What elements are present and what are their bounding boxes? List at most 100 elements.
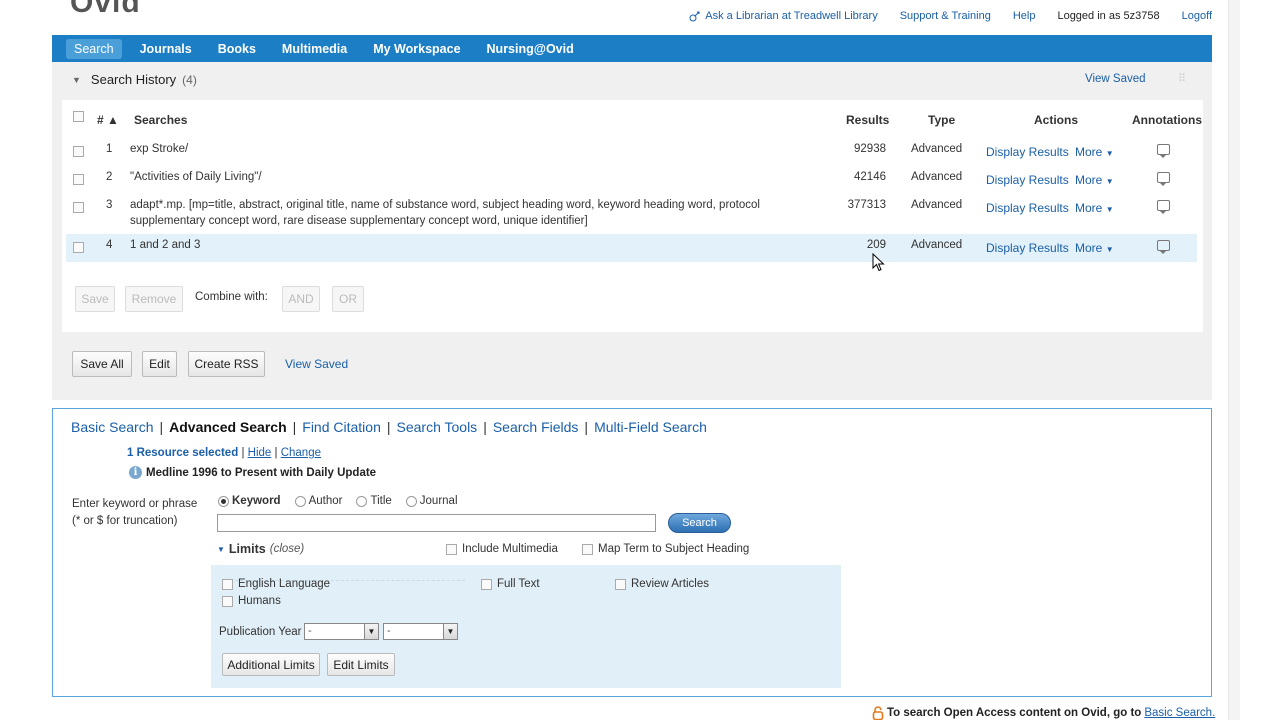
nav-nursing-ovid[interactable]: Nursing@Ovid (479, 39, 582, 59)
dropdown-arrow-icon[interactable]: ▼ (443, 624, 457, 639)
nav-journals[interactable]: Journals (132, 39, 200, 59)
humans-checkbox[interactable] (222, 595, 233, 607)
review-articles-option[interactable]: Review Articles (615, 578, 709, 590)
more-label[interactable]: More (1075, 201, 1102, 215)
select-all-checkbox[interactable] (73, 111, 84, 122)
radio-title[interactable]: Title (356, 495, 392, 507)
display-results-link[interactable]: Display Results (986, 201, 1069, 215)
radio-author[interactable]: Author (294, 495, 342, 507)
tab-multi-field-search[interactable]: Multi-Field Search (594, 419, 707, 435)
more-label[interactable]: More (1075, 241, 1102, 255)
open-access-lock-icon (872, 706, 884, 720)
create-rss-button[interactable]: Create RSS (188, 351, 265, 377)
tab-separator: | (292, 419, 297, 435)
view-saved-link[interactable]: View Saved (285, 357, 348, 371)
ask-librarian-label[interactable]: Ask a Librarian at Treadwell Library (705, 10, 877, 22)
tab-find-citation[interactable]: Find Citation (302, 419, 381, 435)
support-training-link[interactable]: Support & Training (900, 10, 991, 22)
radio-keyword[interactable]: Keyword (218, 495, 281, 507)
annotation-icon[interactable] (1157, 144, 1170, 158)
remove-button[interactable]: Remove (125, 286, 183, 312)
tab-advanced-search[interactable]: Advanced Search (169, 419, 287, 435)
humans-option[interactable]: Humans (222, 595, 281, 607)
row-checkbox[interactable] (73, 242, 84, 253)
basic-search-link[interactable]: Basic Search. (1144, 707, 1215, 719)
display-results-link[interactable]: Display Results (986, 173, 1069, 187)
or-button[interactable]: OR (332, 286, 364, 312)
map-term-checkbox[interactable] (582, 543, 593, 555)
col-annotations-header: Annotations (1132, 113, 1202, 127)
ask-librarian-link[interactable]: Ask a Librarian at Treadwell Library (689, 10, 878, 22)
combine-with-label: Combine with: (195, 291, 268, 303)
scrollbar[interactable] (1228, 0, 1240, 720)
map-term-option[interactable]: Map Term to Subject Heading (582, 543, 749, 555)
review-articles-checkbox[interactable] (615, 578, 626, 590)
radio-button-selected[interactable] (218, 495, 229, 507)
search-button[interactable]: Search (668, 513, 731, 533)
more-dropdown[interactable]: More ▼ (1075, 201, 1114, 215)
drag-handle-icon[interactable]: ⠿ (1178, 72, 1186, 85)
mouse-cursor-icon (872, 253, 885, 272)
edit-limits-button[interactable]: Edit Limits (327, 653, 395, 676)
more-dropdown[interactable]: More ▼ (1075, 173, 1114, 187)
help-link[interactable]: Help (1013, 10, 1036, 22)
row-checkbox[interactable] (73, 202, 84, 213)
year-to-select[interactable]: - ▼ (383, 623, 458, 640)
tab-search-tools[interactable]: Search Tools (397, 419, 478, 435)
more-label[interactable]: More (1075, 145, 1102, 159)
keyword-search-input[interactable] (217, 514, 656, 532)
full-text-checkbox[interactable] (481, 578, 492, 590)
collapse-triangle-icon[interactable]: ▼ (72, 75, 81, 85)
edit-button[interactable]: Edit (142, 351, 177, 377)
search-history-header[interactable]: ▼ Search History (4) (72, 72, 197, 87)
separator: | (241, 447, 245, 459)
full-text-option[interactable]: Full Text (481, 578, 540, 590)
expand-triangle-icon[interactable]: ▼ (217, 545, 225, 554)
year-from-value: - (308, 625, 312, 637)
nav-books[interactable]: Books (210, 39, 264, 59)
dropdown-arrow-icon[interactable]: ▼ (364, 624, 378, 639)
view-saved-link-top[interactable]: View Saved (1085, 73, 1146, 85)
map-term-label: Map Term to Subject Heading (598, 543, 750, 555)
nav-my-workspace[interactable]: My Workspace (365, 39, 468, 59)
year-from-select[interactable]: - ▼ (304, 623, 379, 640)
radio-button[interactable] (356, 495, 368, 507)
display-results-link[interactable]: Display Results (986, 145, 1069, 159)
include-multimedia-option[interactable]: Include Multimedia (446, 543, 558, 555)
save-all-button[interactable]: Save All (72, 351, 132, 377)
tab-basic-search[interactable]: Basic Search (71, 419, 153, 435)
annotation-icon[interactable] (1157, 240, 1170, 254)
col-num-header[interactable]: # ▲ (97, 113, 119, 127)
row-checkbox[interactable] (73, 174, 84, 185)
radio-button[interactable] (294, 495, 306, 507)
chevron-down-icon: ▼ (1105, 205, 1114, 214)
hide-link[interactable]: Hide (248, 447, 272, 459)
info-icon[interactable]: i (129, 466, 142, 479)
radio-button[interactable] (405, 495, 417, 507)
annotation-icon[interactable] (1157, 200, 1170, 214)
limits-close-link[interactable]: (close) (270, 543, 305, 555)
and-button[interactable]: AND (282, 286, 320, 312)
annotation-icon[interactable] (1157, 172, 1170, 186)
change-link[interactable]: Change (281, 447, 321, 459)
tab-search-fields[interactable]: Search Fields (493, 419, 579, 435)
open-access-note: To search Open Access content on Ovid, g… (872, 706, 1215, 720)
row-checkbox[interactable] (73, 146, 84, 157)
limits-header[interactable]: ▼ Limits (close) (217, 542, 304, 556)
english-language-checkbox[interactable] (222, 578, 233, 590)
display-results-link[interactable]: Display Results (986, 241, 1069, 255)
more-label[interactable]: More (1075, 173, 1102, 187)
save-button[interactable]: Save (75, 286, 115, 312)
radio-journal[interactable]: Journal (405, 495, 458, 507)
english-language-option[interactable]: English Language (222, 578, 330, 590)
nav-search[interactable]: Search (66, 38, 122, 59)
nav-multimedia[interactable]: Multimedia (274, 39, 355, 59)
additional-limits-button[interactable]: Additional Limits (222, 653, 320, 676)
col-results-header: Results (846, 113, 890, 127)
row-number: 3 (106, 199, 113, 211)
review-articles-label: Review Articles (631, 578, 709, 590)
more-dropdown[interactable]: More ▼ (1075, 241, 1114, 255)
include-multimedia-checkbox[interactable] (446, 543, 457, 555)
more-dropdown[interactable]: More ▼ (1075, 145, 1114, 159)
logoff-link[interactable]: Logoff (1182, 10, 1212, 22)
